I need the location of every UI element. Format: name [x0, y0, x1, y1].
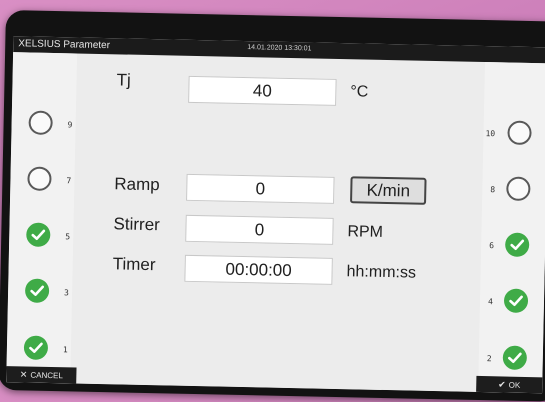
stirrer-unit: RPM	[347, 223, 384, 241]
ok-label: OK	[508, 380, 521, 390]
cancel-label: CANCEL	[30, 370, 63, 381]
slot-number: 2	[486, 354, 492, 364]
stirrer-input[interactable]: 0	[185, 214, 334, 245]
bottom-bar: ✕ CANCEL ✔ OK	[6, 366, 543, 394]
stirrer-label: Stirrer	[113, 214, 161, 235]
ramp-label: Ramp	[114, 174, 160, 195]
slot-number: 9	[67, 120, 73, 130]
check-icon[interactable]	[502, 345, 528, 370]
ramp-unit-button[interactable]: K/min	[350, 176, 427, 205]
check-icon[interactable]	[26, 222, 51, 247]
ramp-input[interactable]: 0	[186, 173, 335, 204]
check-icon[interactable]	[24, 278, 50, 303]
left-slot-column: 9 7 5 3 1	[6, 52, 78, 370]
slot-number: 6	[489, 241, 495, 251]
ok-button[interactable]: ✔ OK	[476, 375, 543, 394]
app-title: XELSIUS Parameter	[18, 38, 111, 52]
check-icon[interactable]	[23, 335, 49, 360]
tj-unit: °C	[350, 83, 369, 101]
timer-input[interactable]: 00:00:00	[184, 254, 333, 285]
check-icon[interactable]	[504, 232, 530, 258]
slot-indicator[interactable]	[506, 176, 531, 202]
cancel-button[interactable]: ✕ CANCEL	[6, 366, 77, 384]
slot-number: 1	[62, 345, 68, 355]
timer-label: Timer	[112, 254, 156, 275]
slot-indicator[interactable]	[507, 120, 532, 146]
device-bezel: XELSIUS Parameter 14.01.2020 13:30:01 9 …	[0, 10, 545, 402]
slot-number: 10	[485, 129, 496, 139]
slot-number: 4	[487, 297, 493, 307]
datetime: 14.01.2020 13:30:01	[247, 44, 312, 53]
tj-label: Tj	[116, 70, 131, 90]
slot-number: 5	[65, 232, 71, 242]
right-slot-column: 10 8 6 4 2	[478, 62, 545, 380]
slot-number: 3	[63, 288, 70, 298]
tj-input[interactable]: 40	[188, 75, 337, 106]
slot-indicator[interactable]	[27, 166, 52, 191]
close-icon: ✕	[19, 369, 28, 380]
check-icon[interactable]	[503, 288, 529, 313]
title-bar: XELSIUS Parameter 14.01.2020 13:30:01	[13, 36, 545, 64]
screen: XELSIUS Parameter 14.01.2020 13:30:01 9 …	[6, 36, 545, 394]
slot-number: 8	[490, 185, 496, 195]
timer-unit: hh:mm:ss	[346, 263, 417, 282]
slot-indicator[interactable]	[28, 110, 53, 135]
check-icon: ✔	[498, 379, 506, 390]
slot-number: 7	[66, 176, 72, 186]
